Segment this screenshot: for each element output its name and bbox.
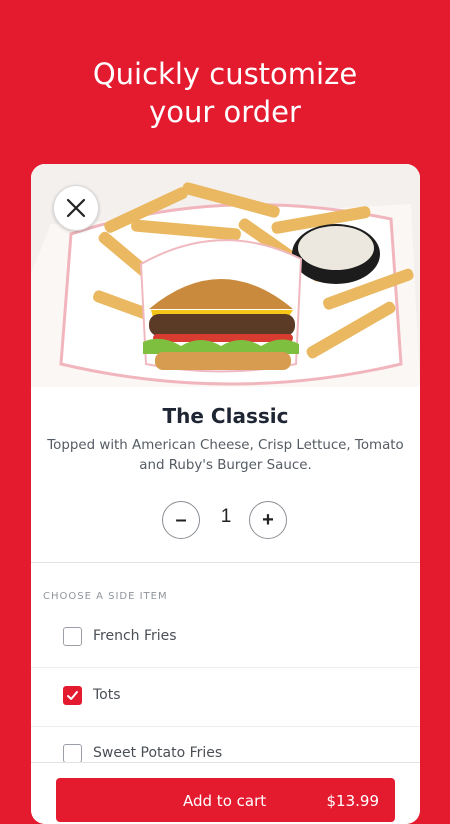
- cart-bar: Add to cart $13.99: [31, 762, 420, 824]
- side-option-label: Tots: [93, 687, 121, 703]
- checkbox-tots[interactable]: [63, 686, 82, 705]
- headline-line2: your order: [149, 95, 301, 129]
- checkbox-sweet-potato-fries[interactable]: [63, 744, 82, 763]
- item-customize-card: The Classic Topped with American Cheese,…: [31, 164, 420, 824]
- add-to-cart-button[interactable]: Add to cart $13.99: [56, 778, 395, 822]
- plus-icon: +: [262, 508, 274, 531]
- increase-quantity-button[interactable]: +: [249, 501, 287, 539]
- promo-headline: Quickly customize your order: [0, 55, 450, 131]
- item-title: The Classic: [162, 404, 289, 428]
- side-option-label: French Fries: [93, 628, 177, 644]
- item-photo: [31, 164, 420, 387]
- cart-price: $13.99: [326, 792, 380, 810]
- item-description: Topped with American Cheese, Crisp Lettu…: [47, 438, 404, 473]
- checkbox-french-fries[interactable]: [63, 627, 82, 646]
- minus-icon: –: [175, 508, 187, 531]
- quantity-value: 1: [220, 506, 232, 527]
- add-to-cart-label: Add to cart: [183, 792, 267, 810]
- headline-line1: Quickly customize: [92, 57, 358, 91]
- side-option-french-fries[interactable]: French Fries: [31, 609, 420, 668]
- side-section-label: CHOOSE A SIDE ITEM: [43, 591, 168, 602]
- section-divider: [31, 562, 420, 563]
- decrease-quantity-button[interactable]: –: [162, 501, 200, 539]
- side-option-tots[interactable]: Tots: [31, 668, 420, 727]
- close-button[interactable]: [53, 185, 99, 231]
- checkmark-icon: [67, 691, 78, 700]
- side-option-label: Sweet Potato Fries: [93, 745, 223, 761]
- quantity-stepper: – 1 +: [31, 501, 420, 541]
- close-icon: [66, 198, 86, 218]
